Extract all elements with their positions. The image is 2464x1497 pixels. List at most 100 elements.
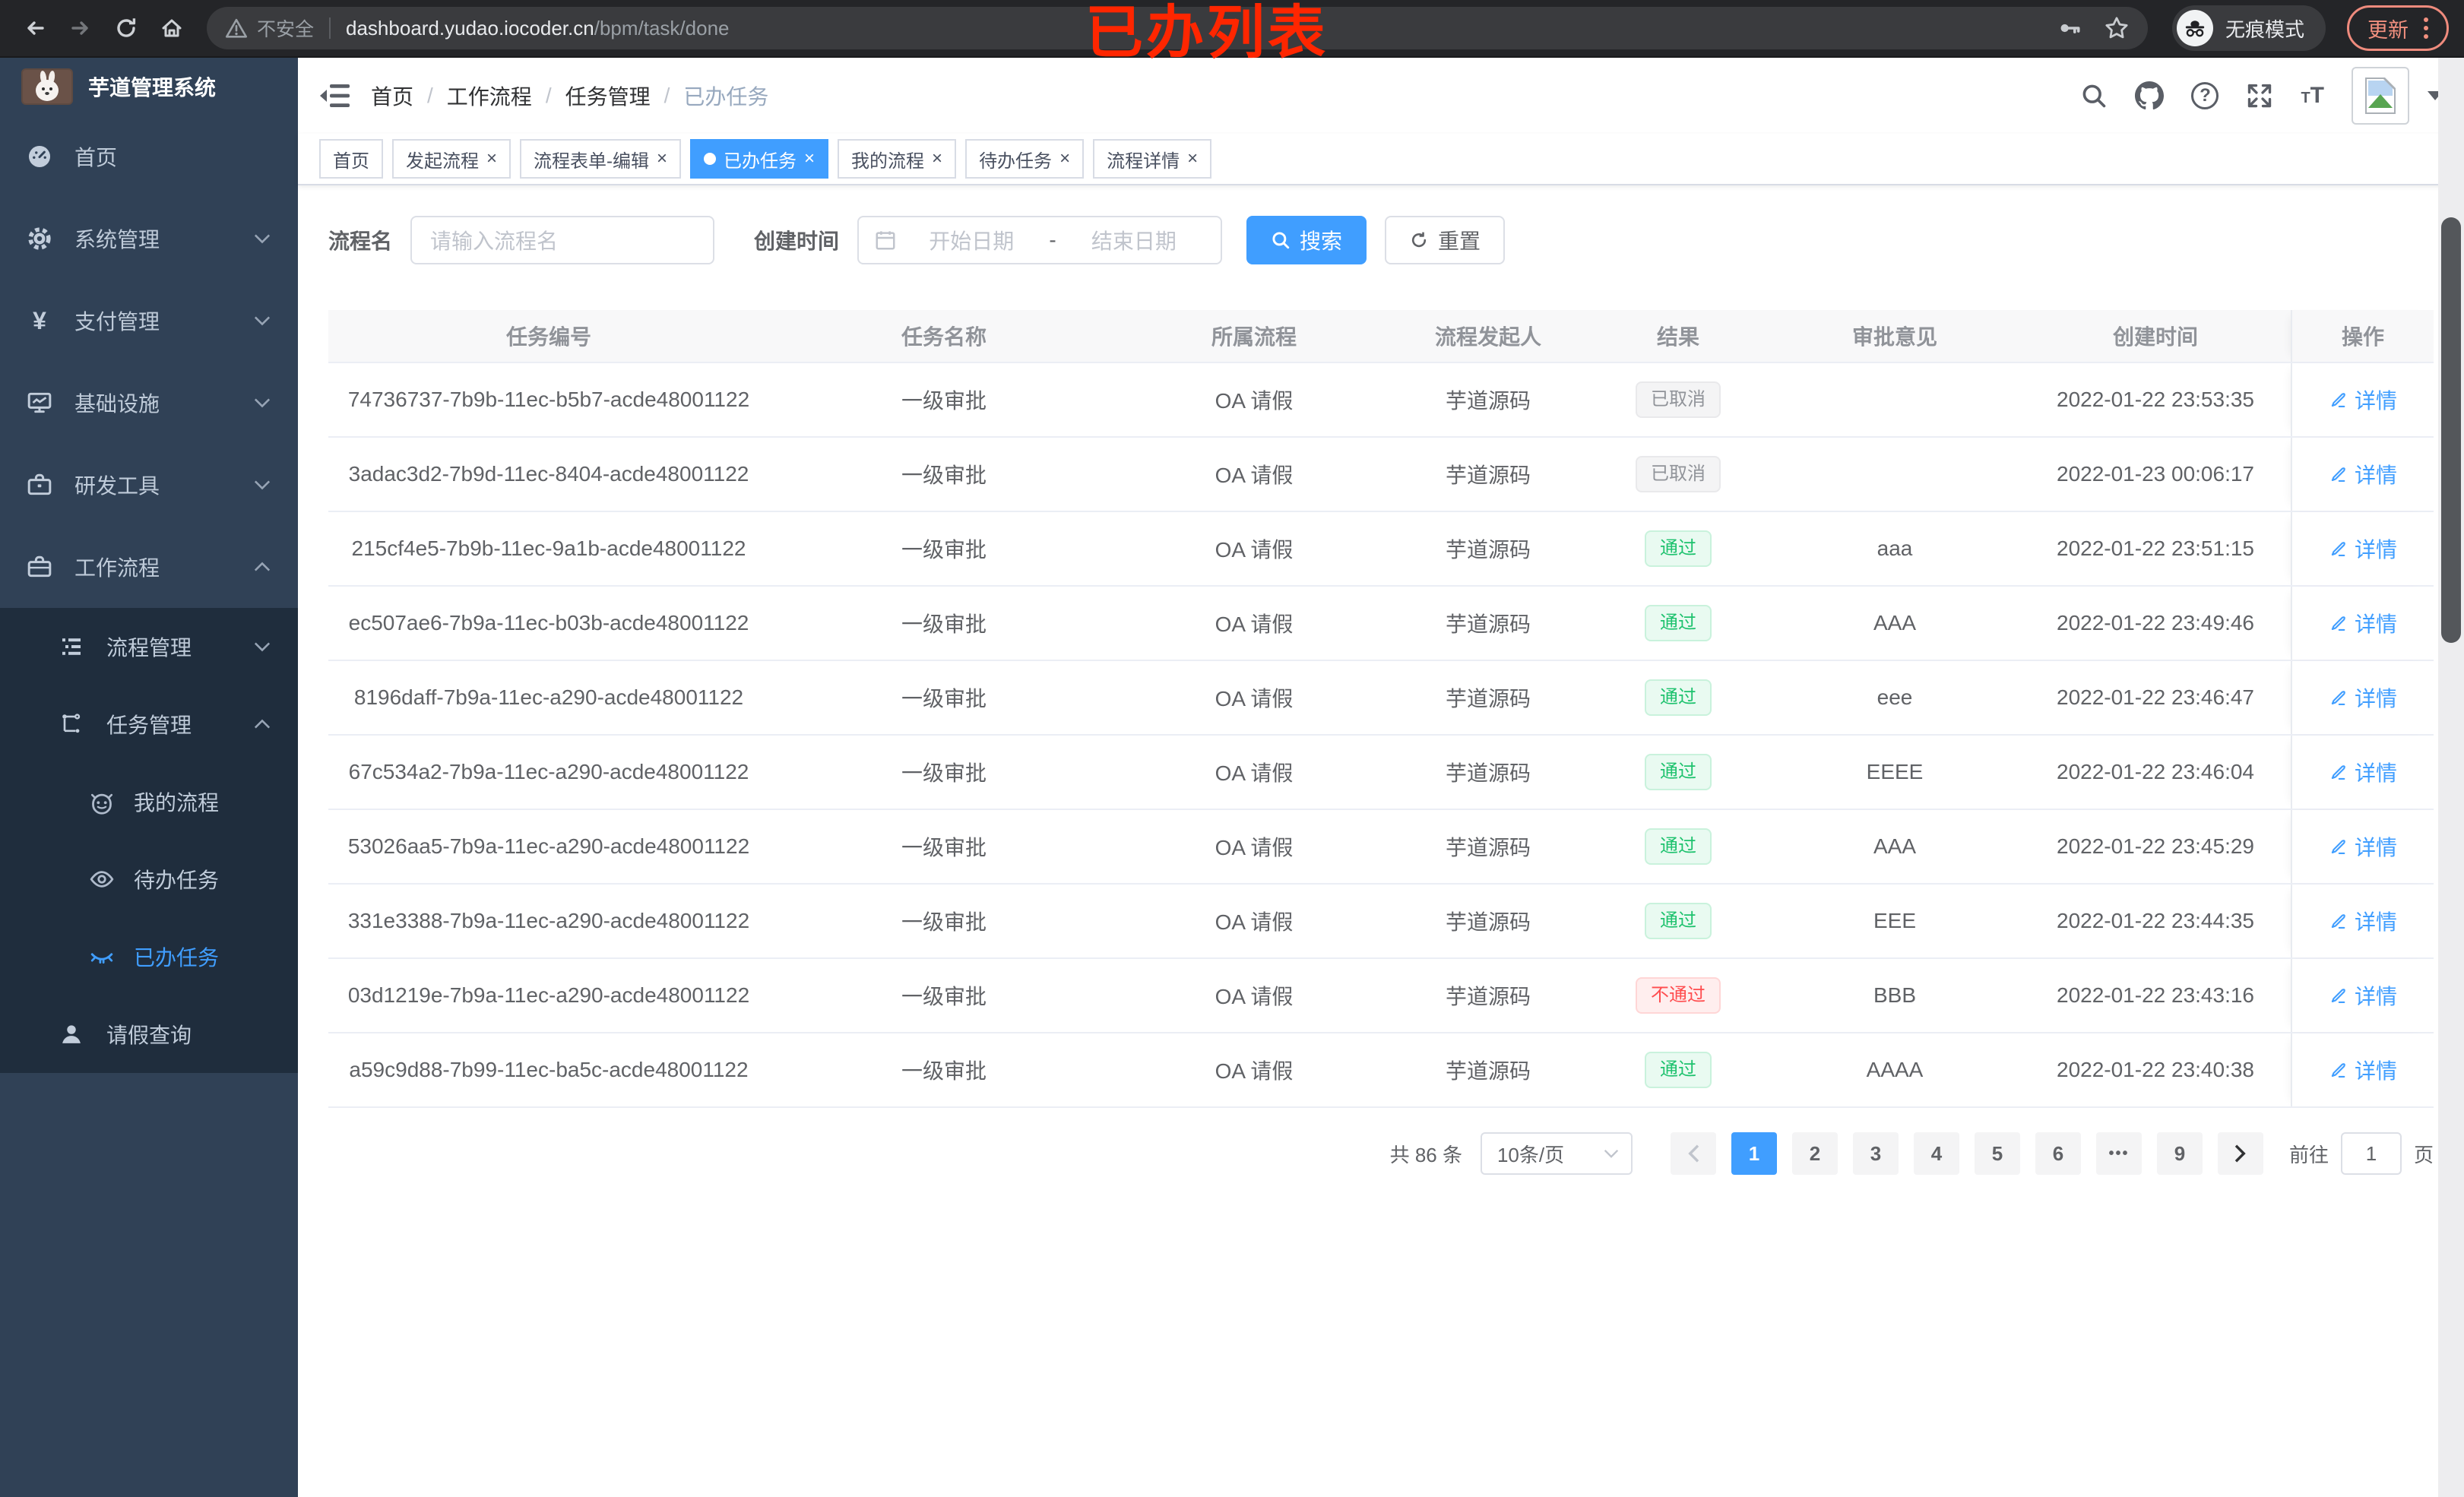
process-cell: OA 请假 [1215, 836, 1294, 859]
close-icon[interactable]: × [1187, 150, 1198, 168]
page-button-4[interactable]: 4 [1913, 1132, 1959, 1175]
filter-bar: 流程名 请输入流程名 创建时间 开始日期 - 结束日期 搜索 重置 [328, 216, 2434, 264]
page-size-select[interactable]: 10条/页 [1480, 1132, 1633, 1175]
breadcrumb-task-mgmt[interactable]: 任务管理 [565, 81, 651, 111]
sidebar-item-todo-tasks[interactable]: 待办任务 [0, 840, 298, 918]
close-icon[interactable]: × [486, 150, 497, 168]
process-name-input[interactable]: 请输入流程名 [410, 216, 715, 264]
github-icon[interactable] [2135, 81, 2165, 110]
start-date-placeholder: 开始日期 [929, 229, 1015, 253]
page-button-3[interactable]: 3 [1852, 1132, 1899, 1175]
browser-update-button[interactable]: 更新 [2347, 5, 2449, 51]
page-button-5[interactable]: 5 [1974, 1132, 2020, 1175]
task-name-cell: 一级审批 [901, 464, 987, 487]
sidebar-item-workflow[interactable]: 工作流程 [0, 526, 298, 608]
chevron-down-icon [254, 479, 271, 490]
text-size-icon[interactable]: TT [2301, 83, 2324, 109]
window-scrollbar[interactable] [2438, 58, 2464, 1497]
detail-link[interactable]: 详情 [2329, 385, 2397, 415]
browser-menu-icon[interactable] [2424, 17, 2428, 39]
close-icon[interactable]: × [1059, 150, 1070, 168]
detail-link[interactable]: 详情 [2329, 906, 2397, 936]
opinion-cell [1769, 438, 2020, 511]
tab-form-edit[interactable]: 流程表单-编辑 × [520, 139, 682, 179]
chevron-down-icon [254, 397, 271, 408]
tab-process-detail[interactable]: 流程详情 × [1093, 139, 1212, 179]
fullscreen-icon[interactable] [2246, 82, 2273, 109]
detail-link[interactable]: 详情 [2329, 608, 2397, 638]
detail-link[interactable]: 详情 [2329, 682, 2397, 713]
bookmark-star-icon[interactable] [2104, 15, 2130, 41]
sidebar-item-system[interactable]: 系统管理 [0, 198, 298, 280]
detail-link[interactable]: 详情 [2329, 1055, 2397, 1085]
sidebar-item-my-process[interactable]: 我的流程 [0, 763, 298, 840]
tab-done-tasks[interactable]: 已办任务 × [690, 139, 829, 179]
result-cell: 通过 [1587, 661, 1769, 734]
app-logo[interactable]: 芋道管理系统 [0, 58, 298, 116]
prev-page-button[interactable] [1670, 1132, 1716, 1175]
tab-todo-tasks[interactable]: 待办任务 × [965, 139, 1085, 179]
page-button-9[interactable]: 9 [2156, 1132, 2203, 1175]
page-ellipsis[interactable]: ••• [2095, 1132, 2142, 1175]
browser-back-button[interactable] [15, 8, 55, 48]
edit-pencil-icon [2331, 616, 2345, 631]
tab-start-process[interactable]: 发起流程 × [392, 139, 511, 179]
sidebar-item-infra[interactable]: 基础设施 [0, 362, 298, 444]
status-badge: 通过 [1645, 903, 1712, 939]
tab-my-process[interactable]: 我的流程 × [838, 139, 957, 179]
opinion-cell: BBB [1873, 983, 1917, 1007]
sidebar-item-leave-query[interactable]: 请假查询 [0, 995, 298, 1073]
close-icon[interactable]: × [657, 150, 667, 168]
goto-page-input[interactable]: 1 [2340, 1132, 2402, 1175]
search-icon[interactable] [2080, 82, 2108, 109]
reset-button[interactable]: 重置 [1385, 216, 1506, 264]
tab-home[interactable]: 首页 [319, 139, 383, 179]
sidebar-item-devtools[interactable]: 研发工具 [0, 444, 298, 526]
detail-link[interactable]: 详情 [2329, 980, 2397, 1011]
page-content: 流程名 请输入流程名 创建时间 开始日期 - 结束日期 搜索 重置 任务编号 任… [298, 185, 2464, 1497]
incognito-badge[interactable]: 无痕模式 [2171, 5, 2326, 51]
starter-cell: 芋道源码 [1445, 836, 1531, 859]
sidebar-item-process-mgmt[interactable]: 流程管理 [0, 608, 298, 685]
sidebar-item-done-tasks[interactable]: 已办任务 [0, 918, 298, 995]
sidebar-item-task-mgmt[interactable]: 任务管理 [0, 685, 298, 763]
main-area: 首页 / 工作流程 / 任务管理 / 已办任务 ? TT 首页 发起流程 × 流… [298, 58, 2464, 1497]
hamburger-icon[interactable] [319, 83, 350, 109]
detail-link[interactable]: 详情 [2329, 757, 2397, 787]
password-key-icon[interactable] [2057, 15, 2082, 41]
url-path: /bpm/task/done [594, 16, 730, 40]
browser-reload-button[interactable] [106, 8, 146, 48]
breadcrumb-workflow[interactable]: 工作流程 [447, 81, 532, 111]
sidebar-item-payment[interactable]: ¥ 支付管理 [0, 280, 298, 362]
created-time-cell: 2022-01-22 23:43:16 [2057, 983, 2254, 1007]
browser-home-button[interactable] [152, 8, 192, 48]
browser-forward-button[interactable] [61, 8, 100, 48]
actions-cell: 详情 [2291, 885, 2434, 957]
result-cell: 通过 [1587, 587, 1769, 660]
pagination: 共 86 条 10条/页 1 2 3 4 5 6 ••• 9 前往 1 页 [328, 1132, 2434, 1175]
page-button-6[interactable]: 6 [2035, 1132, 2081, 1175]
detail-link[interactable]: 详情 [2329, 533, 2397, 564]
created-time-cell: 2022-01-22 23:45:29 [2057, 834, 2254, 858]
process-cell: OA 请假 [1215, 687, 1294, 711]
page-button-1[interactable]: 1 [1731, 1132, 1777, 1175]
result-cell: 通过 [1587, 810, 1769, 883]
avatar[interactable] [2352, 67, 2409, 125]
detail-link[interactable]: 详情 [2329, 831, 2397, 862]
calendar-icon [874, 229, 897, 252]
close-icon[interactable]: × [932, 150, 942, 168]
sidebar-item-home[interactable]: 首页 [0, 116, 298, 198]
edit-pencil-icon [2331, 542, 2345, 556]
help-icon[interactable]: ? [2191, 82, 2219, 109]
page-button-2[interactable]: 2 [1791, 1132, 1838, 1175]
chevron-down-icon [254, 315, 271, 326]
search-button[interactable]: 搜索 [1246, 216, 1367, 264]
scrollbar-thumb[interactable] [2441, 217, 2461, 643]
breadcrumb-home[interactable]: 首页 [371, 81, 413, 111]
date-range-picker[interactable]: 开始日期 - 结束日期 [857, 216, 1223, 264]
result-cell: 通过 [1587, 885, 1769, 957]
close-icon[interactable]: × [804, 150, 815, 168]
next-page-button[interactable] [2217, 1132, 2263, 1175]
detail-link[interactable]: 详情 [2329, 459, 2397, 489]
opinion-cell: AAA [1873, 611, 1917, 635]
